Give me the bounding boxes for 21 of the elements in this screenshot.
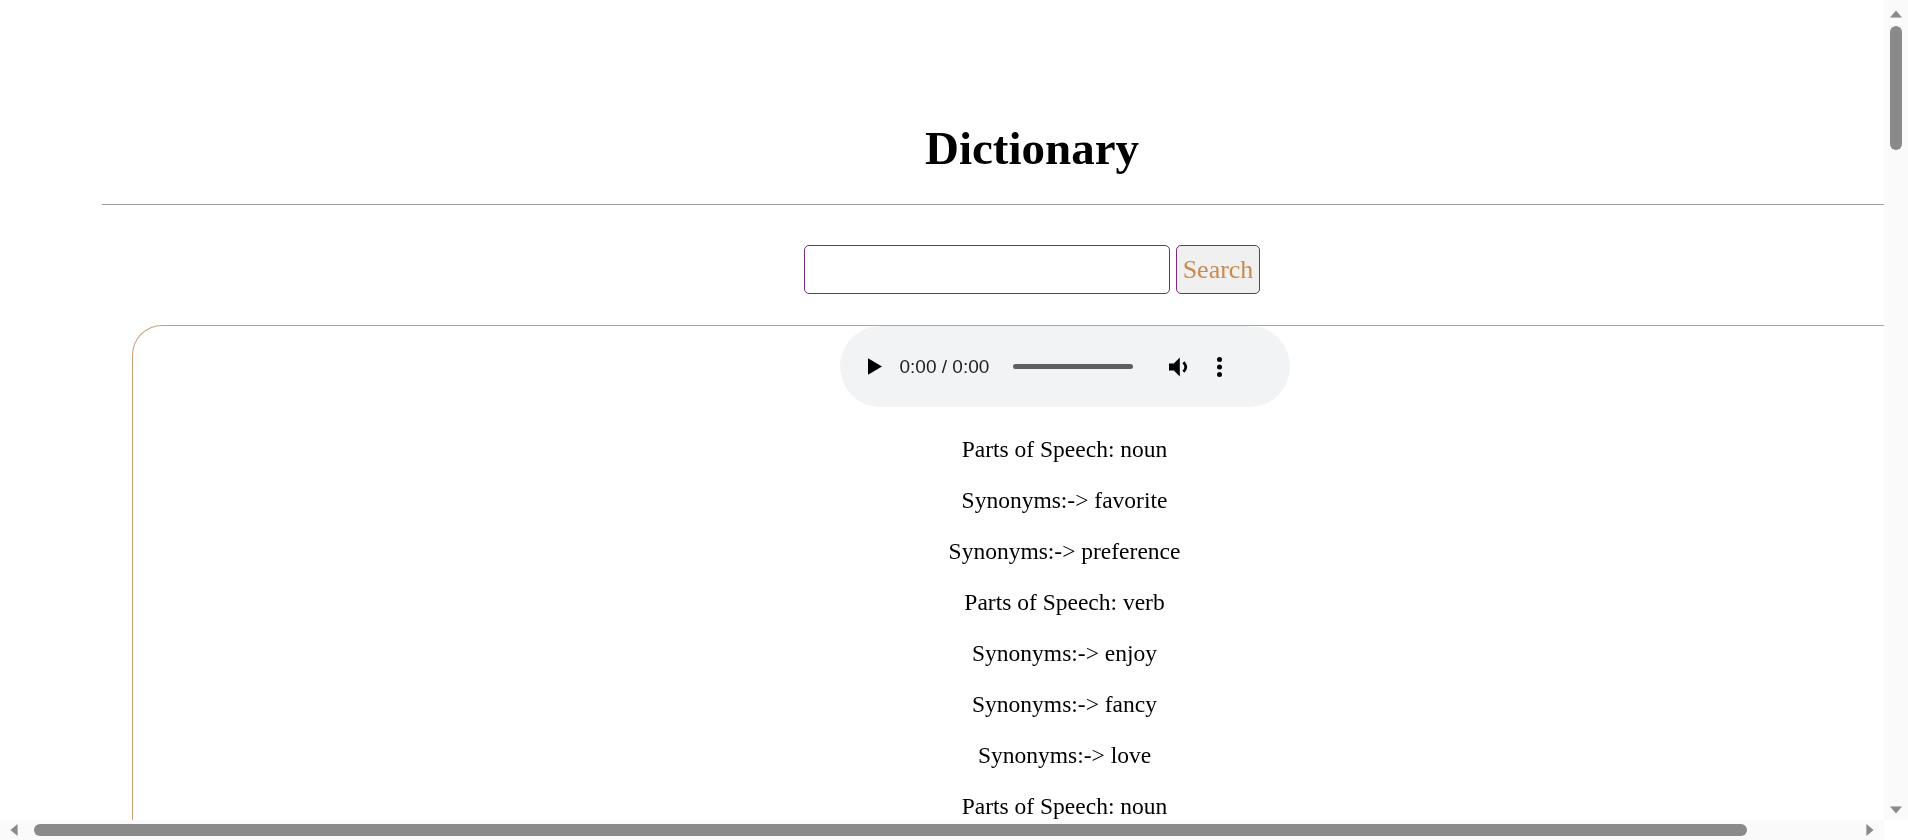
more-options-icon[interactable] <box>1217 356 1223 377</box>
scrollbar-thumb[interactable] <box>1890 26 1902 150</box>
progress-slider[interactable] <box>1013 364 1134 369</box>
entry-line: Synonyms:-> fancy <box>972 693 1157 716</box>
scroll-down-icon[interactable] <box>1890 806 1902 814</box>
scroll-up-icon[interactable] <box>1890 10 1902 18</box>
entry-line: Parts of Speech: noun <box>961 795 1168 818</box>
search-button[interactable]: Search <box>1175 245 1261 294</box>
entry-line: Synonyms:-> favorite <box>961 489 1168 512</box>
scroll-right-icon[interactable] <box>1866 824 1874 836</box>
entry-line: Parts of Speech: noun <box>961 438 1168 461</box>
audio-time: 0:00 / 0:00 <box>899 355 990 378</box>
entry-line: Synonyms:-> love <box>977 744 1152 767</box>
scrollbar-thumb[interactable] <box>34 824 1747 836</box>
entry-line: Parts of Speech: verb <box>964 591 1165 614</box>
page-title: Dictionary <box>923 121 1141 176</box>
scroll-left-icon[interactable] <box>10 824 18 836</box>
entry-line: Synonyms:-> enjoy <box>972 642 1157 665</box>
play-icon[interactable] <box>867 358 882 375</box>
entry-line: Synonyms:-> preference <box>948 540 1181 563</box>
search-field[interactable] <box>803 245 1170 294</box>
